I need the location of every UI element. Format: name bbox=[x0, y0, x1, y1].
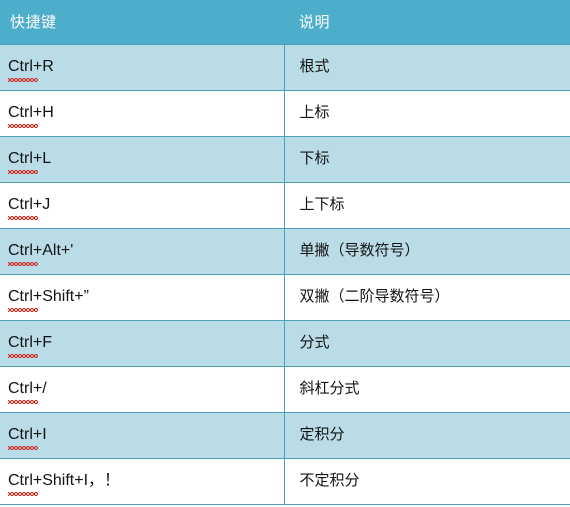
shortcut-text-wrapper: Ctrl+L bbox=[8, 149, 52, 174]
shortcut-label: Ctrl+H bbox=[8, 104, 54, 121]
shortcut-label: Ctrl+R bbox=[8, 58, 54, 75]
cell-shortcut: Ctrl+F bbox=[0, 319, 285, 367]
cell-description: 下标 bbox=[284, 135, 570, 183]
spellcheck-underline-icon bbox=[8, 262, 38, 266]
cell-description: 双撇（二阶导数符号） bbox=[284, 273, 570, 321]
shortcut-text-wrapper: Ctrl+H bbox=[8, 103, 54, 128]
table-row: Ctrl+Shift+” 双撇（二阶导数符号） bbox=[0, 273, 570, 321]
shortcut-label: Ctrl+Shift+” bbox=[8, 288, 89, 305]
description-label: 不定积分 bbox=[299, 472, 360, 489]
cell-description: 单撇（导数符号） bbox=[284, 227, 570, 275]
cell-shortcut: Ctrl+L bbox=[0, 135, 285, 183]
spellcheck-underline-icon bbox=[8, 354, 38, 358]
description-label: 单撇（导数符号） bbox=[299, 242, 420, 259]
cell-description: 上下标 bbox=[284, 181, 570, 229]
table-row: Ctrl+/ 斜杠分式 bbox=[0, 365, 570, 413]
table-row: Ctrl+I 定积分 bbox=[0, 411, 570, 459]
description-label: 根式 bbox=[299, 58, 330, 75]
shortcut-reference-table: 快捷键 说明 Ctrl+R 根式 Ctrl+H 上标 Ctrl+L 下标 Ctr… bbox=[0, 0, 570, 505]
cell-shortcut: Ctrl+Shift+I，！ bbox=[0, 457, 285, 505]
cell-shortcut: Ctrl+J bbox=[0, 181, 285, 229]
spellcheck-underline-icon bbox=[8, 446, 38, 450]
shortcut-text-wrapper: Ctrl+Shift+” bbox=[8, 287, 89, 312]
column-header-description: 说明 bbox=[284, 0, 570, 44]
column-header-shortcut: 快捷键 bbox=[0, 0, 284, 44]
cell-description: 斜杠分式 bbox=[284, 365, 570, 413]
table-row: Ctrl+R 根式 bbox=[0, 43, 570, 91]
cell-shortcut: Ctrl+Alt+' bbox=[0, 227, 285, 275]
cell-shortcut: Ctrl+I bbox=[0, 411, 285, 459]
shortcut-text-wrapper: Ctrl+I bbox=[8, 425, 47, 450]
spellcheck-underline-icon bbox=[8, 216, 38, 220]
spellcheck-underline-icon bbox=[8, 170, 38, 174]
table-row: Ctrl+H 上标 bbox=[0, 89, 570, 137]
shortcut-label: Ctrl+Alt+' bbox=[8, 242, 74, 259]
cell-description: 根式 bbox=[284, 43, 570, 91]
description-label: 斜杠分式 bbox=[299, 380, 360, 397]
description-label: 下标 bbox=[299, 150, 330, 167]
shortcut-label: Ctrl+Shift+I，！ bbox=[8, 472, 121, 489]
table-row: Ctrl+F 分式 bbox=[0, 319, 570, 367]
shortcut-label: Ctrl+I bbox=[8, 426, 47, 443]
table-row: Ctrl+L 下标 bbox=[0, 135, 570, 183]
shortcut-text-wrapper: Ctrl+Shift+I，！ bbox=[8, 471, 121, 496]
header-row: 快捷键 说明 bbox=[0, 0, 570, 44]
cell-description: 分式 bbox=[284, 319, 570, 367]
spellcheck-underline-icon bbox=[8, 78, 38, 82]
shortcut-label: Ctrl+F bbox=[8, 334, 52, 351]
shortcut-text-wrapper: Ctrl+R bbox=[8, 57, 54, 82]
table-body: Ctrl+R 根式 Ctrl+H 上标 Ctrl+L 下标 Ctrl+J 上下标… bbox=[0, 43, 570, 505]
cell-shortcut: Ctrl+R bbox=[0, 43, 285, 91]
table-header: 快捷键 说明 bbox=[0, 0, 570, 44]
spellcheck-underline-icon bbox=[8, 124, 38, 128]
shortcut-text-wrapper: Ctrl+J bbox=[8, 195, 51, 220]
cell-shortcut: Ctrl+H bbox=[0, 89, 285, 137]
description-label: 双撇（二阶导数符号） bbox=[299, 288, 450, 305]
table-row: Ctrl+Shift+I，！ 不定积分 bbox=[0, 457, 570, 505]
shortcut-text-wrapper: Ctrl+/ bbox=[8, 379, 47, 404]
table-row: Ctrl+J 上下标 bbox=[0, 181, 570, 229]
description-label: 上标 bbox=[299, 104, 330, 121]
cell-description: 上标 bbox=[284, 89, 570, 137]
shortcut-label: Ctrl+J bbox=[8, 196, 51, 213]
description-label: 定积分 bbox=[299, 426, 345, 443]
table-row: Ctrl+Alt+' 单撇（导数符号） bbox=[0, 227, 570, 275]
shortcut-label: Ctrl+L bbox=[8, 150, 52, 167]
shortcut-text-wrapper: Ctrl+F bbox=[8, 333, 52, 358]
spellcheck-underline-icon bbox=[8, 400, 38, 404]
cell-description: 不定积分 bbox=[284, 457, 570, 505]
description-label: 分式 bbox=[299, 334, 330, 351]
description-label: 上下标 bbox=[299, 196, 345, 213]
spellcheck-underline-icon bbox=[8, 492, 38, 496]
shortcut-text-wrapper: Ctrl+Alt+' bbox=[8, 241, 74, 266]
shortcut-label: Ctrl+/ bbox=[8, 380, 47, 397]
cell-shortcut: Ctrl+Shift+” bbox=[0, 273, 285, 321]
spellcheck-underline-icon bbox=[8, 308, 38, 312]
cell-shortcut: Ctrl+/ bbox=[0, 365, 285, 413]
cell-description: 定积分 bbox=[284, 411, 570, 459]
